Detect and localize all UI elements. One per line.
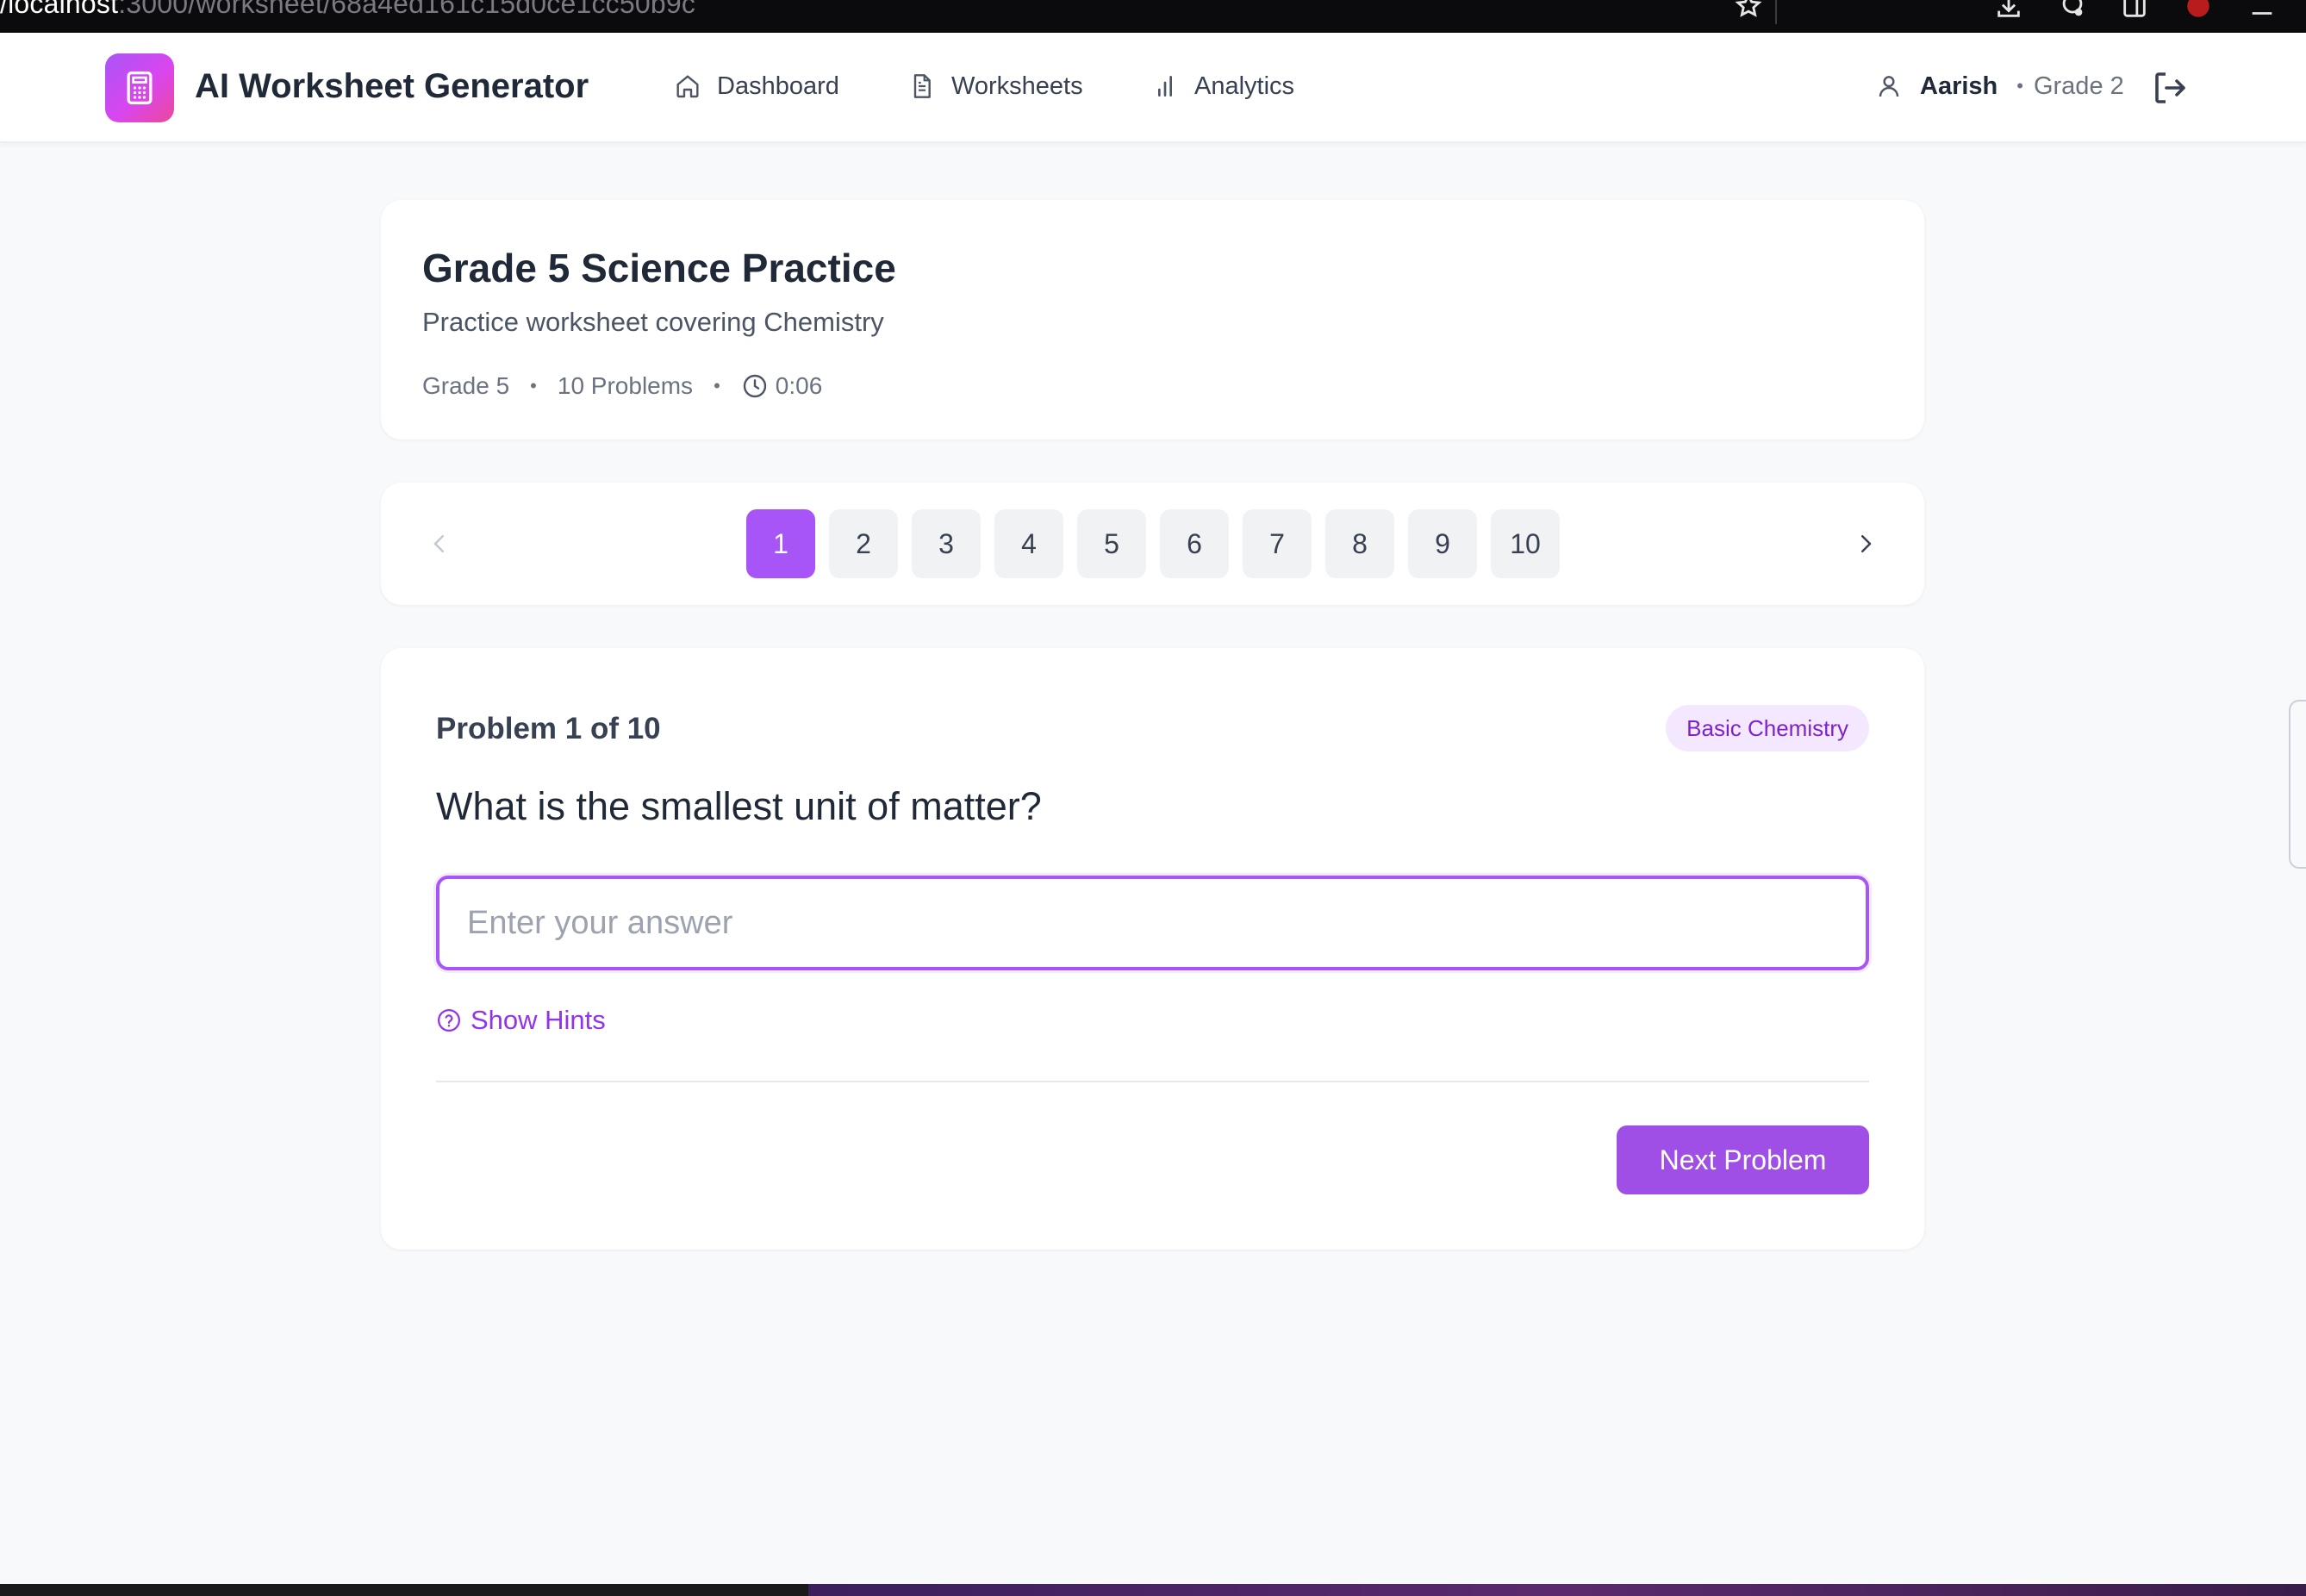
app-logo[interactable]: [105, 53, 174, 122]
home-icon: [676, 75, 699, 98]
page-button-7[interactable]: 7: [1243, 509, 1312, 578]
worksheet-problem-count: 10 Problems: [557, 372, 694, 399]
worksheet-meta: Grade 5 • 10 Problems • 0:06: [422, 369, 822, 403]
meta-separator: •: [530, 375, 537, 396]
help-circle-icon: [438, 1009, 460, 1032]
answer-input[interactable]: [436, 876, 1869, 970]
page-button-10[interactable]: 10: [1491, 509, 1560, 578]
chevron-left-icon: [433, 535, 444, 552]
app-title: AI Worksheet Generator: [195, 67, 589, 105]
nav-dashboard[interactable]: Dashboard: [674, 59, 839, 114]
page-button-9[interactable]: 9: [1408, 509, 1477, 578]
nav-dashboard-label: Dashboard: [717, 72, 839, 100]
clock-icon: [743, 374, 766, 398]
side-scroll-handle[interactable]: [2289, 700, 2306, 869]
problem-counter: Problem 1 of 10: [436, 712, 661, 745]
address-bar[interactable]: /localhost:3000/worksheet/68a4ed161c15d0…: [0, 0, 695, 20]
previous-page-button[interactable]: [415, 520, 464, 568]
worksheet-grade: Grade 5: [422, 372, 510, 399]
calculator-icon: [127, 71, 153, 105]
page-button-8[interactable]: 8: [1325, 509, 1394, 578]
user-icon: [1879, 76, 1899, 97]
show-hints-label: Show Hints: [471, 1005, 606, 1035]
page-button-3[interactable]: 3: [912, 509, 981, 578]
app-header: AI Worksheet Generator Dashboard Workshe…: [0, 33, 2306, 143]
show-hints-button[interactable]: Show Hints: [436, 1001, 606, 1039]
nav-analytics-label: Analytics: [1194, 72, 1295, 100]
meta-separator: •: [714, 375, 720, 396]
next-problem-button[interactable]: Next Problem: [1617, 1125, 1869, 1194]
url-host: /localhost: [0, 0, 119, 19]
nav-analytics[interactable]: Analytics: [1151, 59, 1294, 114]
page-number-list: 1 2 3 4 5 6 7 8 9 10: [746, 509, 1560, 578]
card-divider: [436, 1081, 1869, 1082]
extension-icon[interactable]: [2058, 0, 2087, 21]
timer-value: 0:06: [775, 372, 823, 399]
browser-menu-icon[interactable]: [2247, 0, 2277, 21]
page-button-1[interactable]: 1: [746, 509, 815, 578]
bar-chart-icon: [1158, 76, 1172, 97]
page-button-5[interactable]: 5: [1077, 509, 1146, 578]
nav-worksheets[interactable]: Worksheets: [908, 59, 1083, 114]
url-path: :3000/worksheet/68a4ed161c15d0ce1cc50b9c: [118, 0, 696, 19]
logout-icon[interactable]: [2149, 67, 2191, 109]
browser-toolbar: /localhost:3000/worksheet/68a4ed161c15d0…: [0, 0, 2306, 33]
toolbar-divider: [1775, 0, 1777, 24]
topic-badge: Basic Chemistry: [1666, 705, 1869, 751]
page-button-2[interactable]: 2: [829, 509, 898, 578]
worksheet-title: Grade 5 Science Practice: [422, 246, 896, 290]
page-button-4[interactable]: 4: [994, 509, 1063, 578]
bookmark-star-icon[interactable]: [1734, 0, 1763, 21]
next-page-button[interactable]: [1842, 520, 1890, 568]
worksheet-info-card: Grade 5 Science Practice Practice worksh…: [381, 200, 1924, 440]
window-bottom-edge: [0, 1584, 2306, 1596]
page-button-6[interactable]: 6: [1160, 509, 1229, 578]
user-info: Aarish • Grade 2: [1875, 59, 2124, 114]
user-grade: Grade 2: [2033, 72, 2124, 100]
user-name: Aarish: [1920, 72, 1998, 100]
document-icon: [913, 74, 931, 98]
problem-card: Problem 1 of 10 Basic Chemistry What is …: [381, 648, 1924, 1250]
worksheet-description: Practice worksheet covering Chemistry: [422, 307, 884, 337]
problem-question: What is the smallest unit of matter?: [436, 784, 1042, 828]
sidebar-toggle-icon[interactable]: [2120, 0, 2149, 21]
problem-pager: 1 2 3 4 5 6 7 8 9 10: [381, 483, 1924, 605]
user-separator: •: [2016, 75, 2023, 97]
chevron-right-icon: [1861, 535, 1872, 552]
download-icon[interactable]: [1994, 0, 2023, 21]
profile-badge-icon[interactable]: [2184, 0, 2213, 21]
worksheet-timer: 0:06: [741, 372, 823, 400]
taskbar-glow: [808, 1584, 2306, 1596]
nav-worksheets-label: Worksheets: [951, 72, 1083, 100]
